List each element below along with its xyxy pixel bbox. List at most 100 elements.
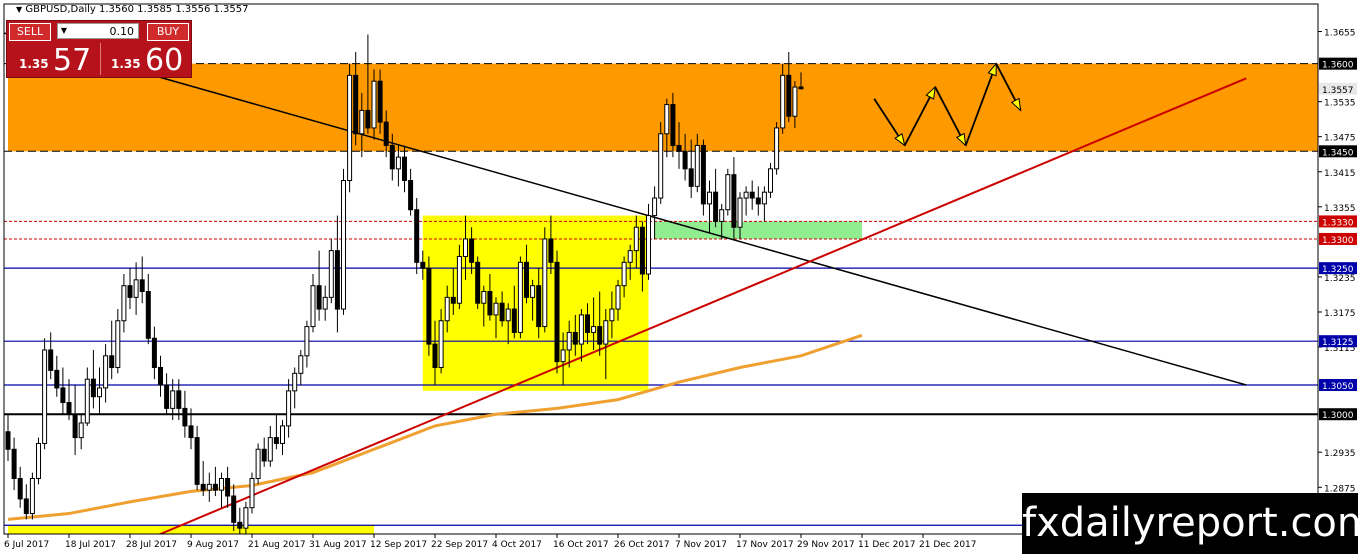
candle: [554, 250, 560, 374]
candle-body: [371, 80, 377, 129]
candle-body: [737, 197, 743, 228]
candle-body: [109, 355, 115, 368]
price-label-text: 1.3557: [1322, 86, 1354, 96]
buy-quote[interactable]: 1.35 60: [100, 43, 189, 78]
candle-body: [322, 296, 328, 310]
candle: [249, 472, 255, 514]
price-label: 1.3250: [1319, 262, 1357, 275]
candle: [158, 355, 163, 397]
zone-support: [654, 221, 862, 239]
candle: [121, 274, 127, 333]
candle: [109, 320, 115, 380]
sell-quote[interactable]: 1.35 57: [9, 43, 97, 78]
candle-body: [597, 326, 603, 345]
candle-body: [212, 483, 218, 491]
candle-body: [383, 121, 389, 146]
candle-body: [341, 180, 346, 310]
candle-body: [609, 308, 615, 322]
x-tick-label: 9 Aug 2017: [187, 540, 239, 550]
candle-body: [267, 437, 273, 462]
candle-body: [792, 86, 798, 117]
candle-body: [328, 250, 334, 298]
candle-body: [219, 477, 224, 491]
candle: [658, 122, 664, 204]
candle: [725, 168, 731, 216]
candle-body: [377, 80, 383, 123]
zone-consolidation: [422, 215, 649, 391]
candle: [273, 414, 279, 450]
x-tick-label: 7 Nov 2017: [675, 540, 727, 550]
buy-button[interactable]: BUY: [147, 23, 189, 41]
candle: [219, 472, 224, 508]
candle: [280, 420, 285, 456]
candle: [231, 484, 237, 532]
candle: [23, 484, 29, 520]
candle: [749, 180, 755, 210]
candle-body: [48, 349, 54, 371]
chart-header: ▼ GBPUSD,Daily 1.3560 1.3585 1.3556 1.35…: [16, 4, 249, 15]
candle-body: [5, 431, 11, 450]
candle: [475, 256, 481, 310]
candle-body: [591, 326, 597, 333]
sell-quote-small: 1.35: [19, 57, 49, 71]
price-label: 1.3000: [1319, 408, 1357, 421]
candle: [402, 145, 407, 193]
candle: [36, 437, 41, 485]
candle-body: [548, 238, 554, 263]
candle-body: [280, 425, 285, 444]
buy-quote-small: 1.35: [111, 57, 141, 71]
sell-button[interactable]: SELL: [9, 23, 51, 41]
price-label: 1.3450: [1319, 145, 1357, 158]
candle-body: [725, 174, 731, 211]
candle-body: [639, 226, 645, 275]
candle-body: [115, 320, 121, 368]
x-tick-label: 21 Dec 2017: [919, 540, 977, 550]
candle-body: [438, 320, 444, 368]
candle-body: [786, 74, 792, 117]
candle: [84, 367, 90, 426]
candle: [267, 425, 273, 467]
candle-body: [542, 238, 548, 328]
candle: [292, 367, 298, 409]
candle-body: [505, 308, 511, 322]
candle: [310, 274, 316, 333]
triangle-down-icon[interactable]: ▼: [16, 5, 22, 14]
x-tick-label: 11 Dec 2017: [858, 540, 916, 550]
candle-body: [432, 343, 438, 368]
candle-body: [17, 477, 23, 500]
candle: [322, 285, 328, 321]
candle-body: [103, 355, 109, 389]
candle-body: [670, 104, 676, 146]
candle-body: [688, 168, 694, 187]
y-tick-label: 1.3235: [1324, 274, 1356, 284]
candle-body: [231, 495, 237, 523]
candle: [72, 385, 78, 456]
candle-body: [84, 378, 90, 424]
candle: [60, 367, 66, 415]
candle-body: [402, 156, 407, 182]
candle-body: [298, 355, 304, 374]
candle: [78, 414, 84, 450]
x-tick-label: 28 Jul 2017: [126, 540, 177, 550]
candle: [133, 262, 139, 315]
candle-body: [23, 498, 29, 515]
candle-body: [493, 302, 499, 316]
candle-body: [158, 366, 163, 386]
candle-body: [60, 387, 66, 404]
candle-body: [164, 384, 170, 409]
candle-body: [603, 320, 609, 345]
candle-body: [353, 74, 359, 135]
price-label-text: 1.3330: [1322, 218, 1354, 228]
candle-body: [249, 477, 255, 509]
candle-body: [121, 285, 127, 322]
price-chart[interactable]: 1.3655 1.3535 1.3475 1.3415 1.3355 1.3235 1.31…: [0, 0, 1358, 554]
x-tick-label: 31 Aug 2017: [309, 540, 367, 550]
candle-body: [225, 477, 231, 497]
candle: [761, 186, 767, 222]
candle: [145, 274, 151, 345]
candle-body: [176, 390, 182, 409]
lot-dropdown-icon[interactable]: ▼: [57, 23, 71, 39]
one-click-trading-panel: SELL 0.10 ▼ BUY 1.35 57 1.35 60: [6, 20, 192, 78]
candle: [768, 162, 773, 199]
x-tick-label: 29 Nov 2017: [797, 540, 855, 550]
